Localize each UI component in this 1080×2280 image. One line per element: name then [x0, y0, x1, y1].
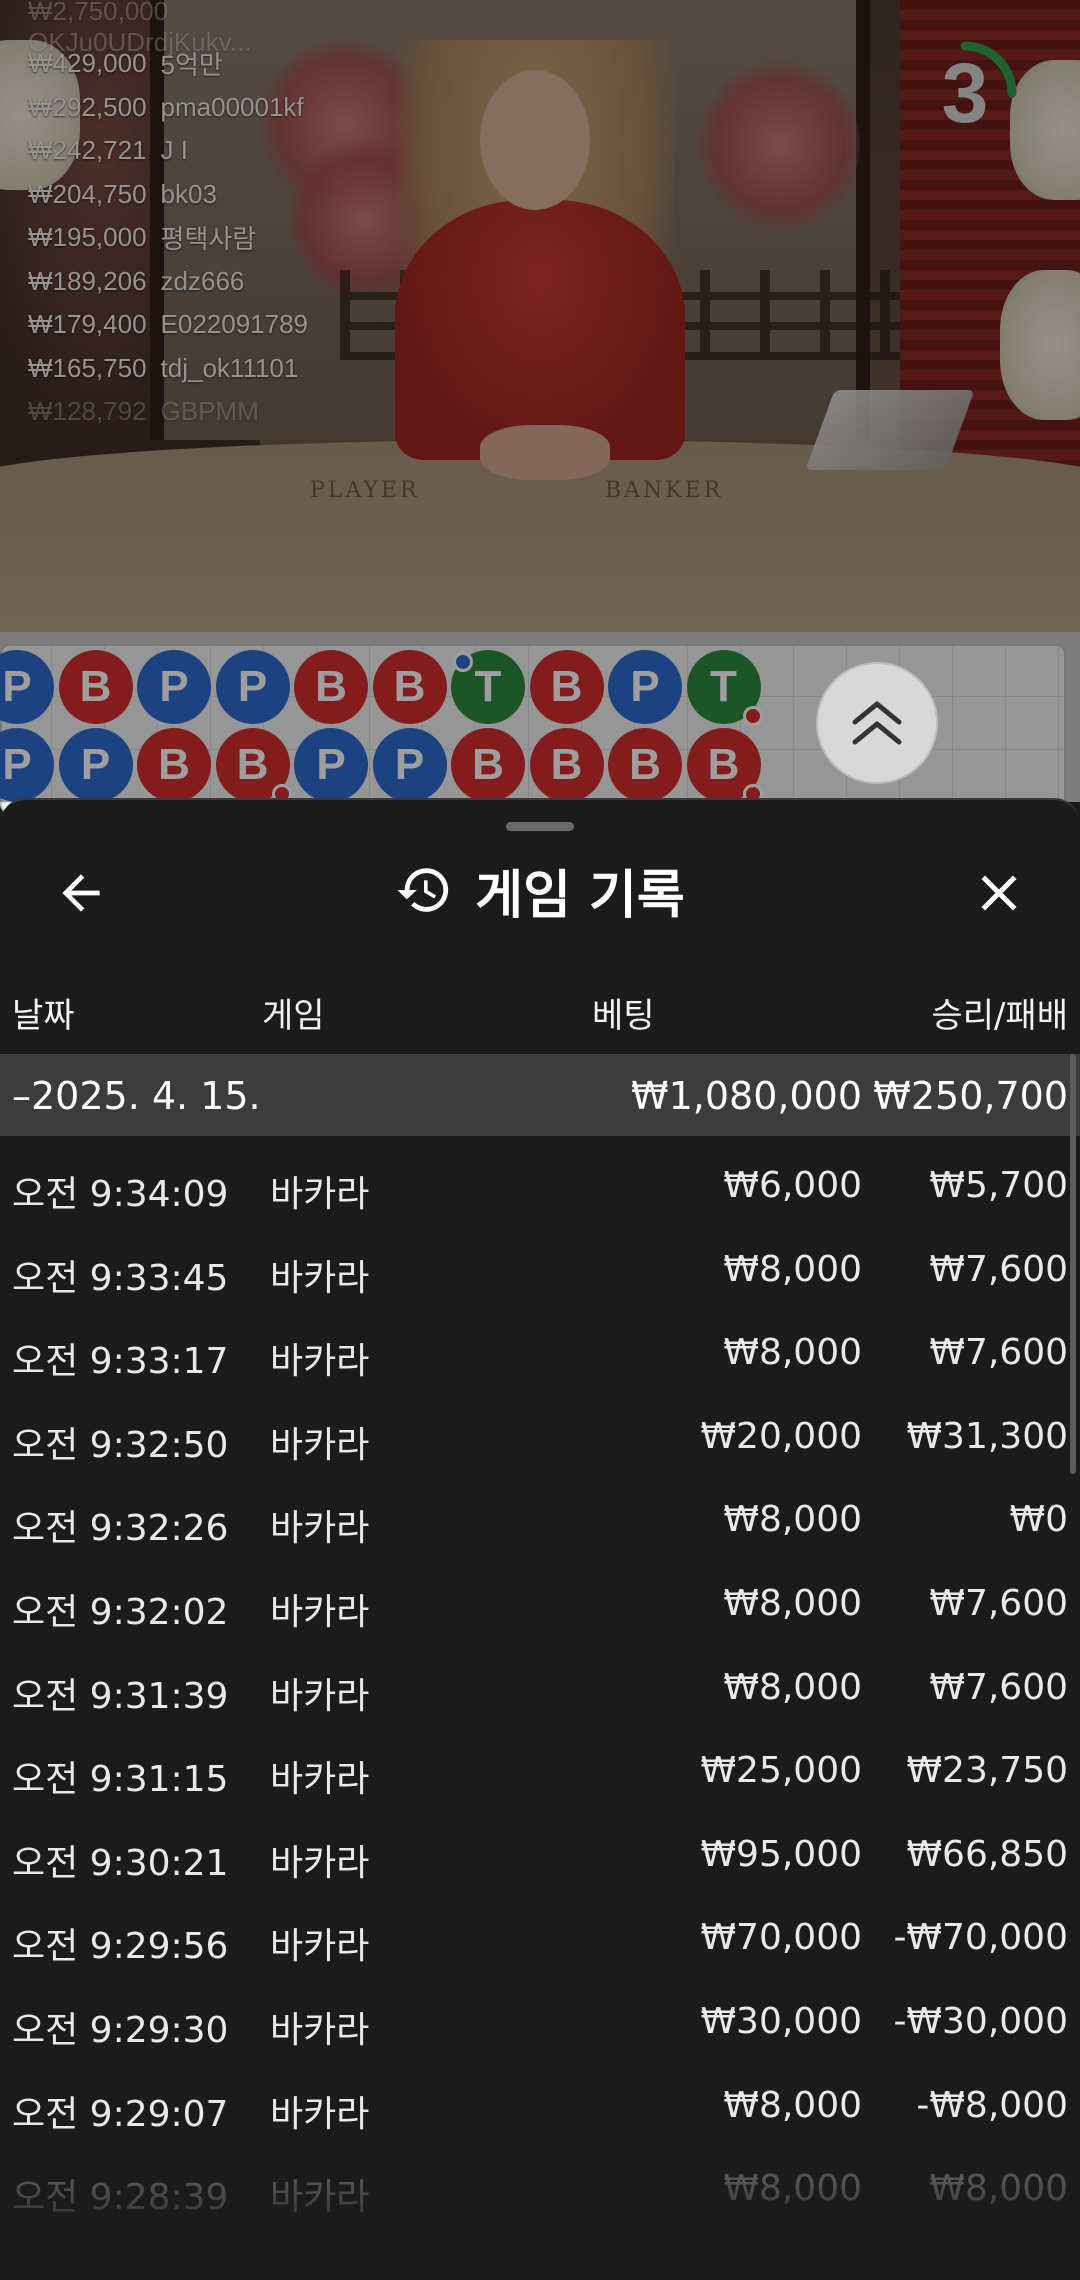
row-time: 오전 9:30:21: [12, 1842, 229, 1884]
arrow-left-icon: [62, 874, 100, 912]
row-bet: ₩25,000: [700, 1750, 862, 1792]
history-row[interactable]: 오전 9:31:15 바카라 ₩25,000 ₩23,750: [0, 1730, 1080, 1814]
row-winloss: ₩31,300: [906, 1415, 1068, 1457]
history-row[interactable]: 오전 9:33:45 바카라 ₩8,000 ₩7,600: [0, 1229, 1080, 1313]
app-screen: PLAYER BANKER ₩2,750,000 OKJu0UDrdjKukv.…: [0, 0, 1080, 2280]
history-row[interactable]: 오전 9:29:30 바카라 ₩30,000 -₩30,000: [0, 1981, 1080, 2065]
scrollbar[interactable]: [1070, 1054, 1076, 1474]
row-bet: ₩8,000: [723, 1499, 862, 1541]
row-winloss: ₩7,600: [929, 1582, 1068, 1624]
row-bet: ₩20,000: [700, 1415, 862, 1457]
row-bet: ₩95,000: [700, 1833, 862, 1875]
history-row[interactable]: 오전 9:29:56 바카라 ₩70,000 -₩70,000: [0, 1897, 1080, 1981]
close-button[interactable]: [964, 858, 1034, 928]
table-header: 날짜 게임 베팅 승리/패배: [0, 980, 1080, 1050]
row-bet: ₩8,000: [723, 1666, 862, 1708]
close-icon: [981, 875, 1017, 911]
group-total-bet: ₩1,080,000: [631, 1074, 862, 1118]
row-game: 바카라: [270, 1675, 370, 1717]
row-game: 바카라: [270, 2009, 370, 2051]
row-game: 바카라: [270, 1257, 370, 1299]
row-time: 오전 9:31:15: [12, 1759, 229, 1801]
history-icon: [397, 868, 449, 912]
group-total-winloss: ₩250,700: [873, 1074, 1068, 1118]
column-winloss: 승리/패배: [931, 996, 1068, 1036]
row-game: 바카라: [270, 2093, 370, 2135]
row-bet: ₩8,000: [723, 1332, 862, 1374]
row-game: 바카라: [270, 1591, 370, 1633]
row-time: 오전 9:32:50: [12, 1424, 229, 1466]
row-game: 바카라: [270, 1341, 370, 1383]
row-winloss: ₩7,600: [929, 1248, 1068, 1290]
row-bet: ₩8,000: [723, 1248, 862, 1290]
row-game: 바카라: [270, 1842, 370, 1884]
history-row[interactable]: 오전 9:29:07 바카라 ₩8,000 -₩8,000: [0, 2065, 1080, 2149]
history-row[interactable]: 오전 9:33:17 바카라 ₩8,000 ₩7,600: [0, 1312, 1080, 1396]
row-winloss: ₩66,850: [906, 1833, 1068, 1875]
row-bet: ₩8,000: [723, 2084, 862, 2126]
row-bet: ₩6,000: [723, 1165, 862, 1206]
double-chevron-up-icon: [852, 701, 902, 745]
history-row[interactable]: 오전 9:32:02 바카라 ₩8,000 ₩7,600: [0, 1563, 1080, 1647]
row-winloss: ₩0: [1009, 1499, 1069, 1541]
history-row[interactable]: 오전 9:31:39 바카라 ₩8,000 ₩7,600: [0, 1647, 1080, 1731]
row-winloss: ₩5,700: [929, 1165, 1068, 1206]
row-time: 오전 9:33:17: [12, 1341, 229, 1383]
row-game: 바카라: [270, 1508, 370, 1550]
row-game: 바카라: [270, 1424, 370, 1466]
back-button[interactable]: [46, 858, 116, 928]
history-row[interactable]: 오전 9:32:26 바카라 ₩8,000 ₩0: [0, 1479, 1080, 1563]
row-winloss: ₩7,600: [929, 1666, 1068, 1708]
row-winloss: -₩30,000: [893, 2000, 1068, 2042]
row-time: 오전 9:29:07: [12, 2093, 229, 2135]
row-game: 바카라: [270, 1926, 370, 1968]
sheet-title: 게임 기록: [475, 865, 685, 926]
row-time: 오전 9:34:09: [12, 1174, 229, 1215]
row-game: 바카라: [270, 1174, 370, 1215]
collapse-roadmap-button[interactable]: [816, 662, 938, 784]
history-list: 오전 9:34:09 바카라 ₩6,000 ₩5,700 오전 9:33:45 바카라 ₩8…: [0, 1145, 1080, 2232]
game-history-sheet: 게임 기록 날짜 게임 베팅 승리/패배 –2025. 4. 15. ₩1,08…: [0, 798, 1080, 2280]
row-time: 오전 9:32:26: [12, 1508, 229, 1550]
row-bet: ₩8,000: [723, 1582, 862, 1624]
row-bet: ₩70,000: [700, 1917, 862, 1959]
column-bet: 베팅: [592, 996, 655, 1036]
history-row[interactable]: 오전 9:30:21 바카라 ₩95,000 ₩66,850: [0, 1814, 1080, 1898]
row-winloss: -₩70,000: [893, 1917, 1068, 1959]
row-time: 오전 9:31:39: [12, 1675, 229, 1717]
date-group-row[interactable]: –2025. 4. 15. ₩1,080,000 ₩250,700: [0, 1054, 1080, 1136]
row-time: 오전 9:29:30: [12, 2009, 229, 2051]
row-winloss: ₩7,600: [929, 1332, 1068, 1374]
history-row[interactable]: 오전 9:34:09 바카라 ₩6,000 ₩5,700: [0, 1145, 1080, 1229]
group-date: –2025. 4. 15.: [12, 1074, 261, 1118]
row-time: 오전 9:32:02: [12, 1591, 229, 1633]
row-time: 오전 9:33:45: [12, 1257, 229, 1299]
row-time: 오전 9:29:56: [12, 1926, 229, 1968]
column-game: 게임: [262, 996, 325, 1036]
history-row[interactable]: 오전 9:32:50 바카라 ₩20,000 ₩31,300: [0, 1396, 1080, 1480]
row-winloss: -₩8,000: [916, 2084, 1068, 2126]
row-game: 바카라: [270, 1759, 370, 1801]
row-bet: ₩30,000: [700, 2000, 862, 2042]
sheet-header: 게임 기록: [0, 840, 1080, 940]
sheet-drag-handle[interactable]: [506, 822, 574, 831]
row-winloss: ₩23,750: [906, 1750, 1068, 1792]
column-date: 날짜: [12, 996, 75, 1036]
